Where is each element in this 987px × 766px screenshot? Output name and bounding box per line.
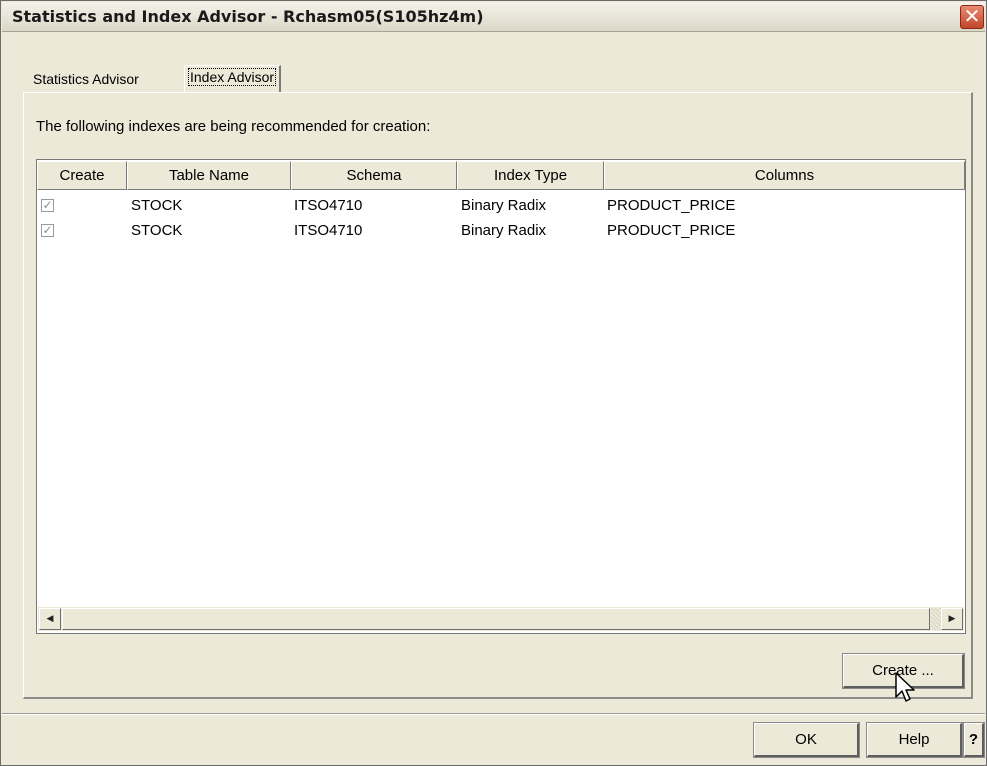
table-row[interactable]: ✓ STOCK ITSO4710 Binary Radix PRODUCT_PR… [37, 194, 965, 218]
tab-statistics-advisor[interactable]: Statistics Advisor [29, 68, 143, 92]
close-icon: ✕ [963, 4, 981, 28]
column-header-schema[interactable]: Schema [291, 161, 457, 190]
create-checkbox[interactable]: ✓ [41, 199, 54, 212]
ok-button[interactable]: OK [754, 723, 859, 757]
dialog-window: Statistics and Index Advisor - Rchasm05(… [0, 0, 987, 766]
question-mark-icon: ? [968, 731, 979, 748]
scroll-thumb[interactable] [62, 608, 930, 630]
cell-index-type: Binary Radix [461, 222, 547, 239]
cell-columns: PRODUCT_PRICE [607, 222, 736, 239]
title-bar: Statistics and Index Advisor - Rchasm05(… [2, 2, 985, 32]
arrow-right-icon: ▶ [948, 614, 956, 624]
cell-columns: PRODUCT_PRICE [607, 197, 736, 214]
checkmark-icon: ✓ [42, 223, 53, 237]
cell-table-name: STOCK [131, 197, 183, 214]
mouse-pointer-icon [895, 672, 915, 702]
window-title: Statistics and Index Advisor - Rchasm05(… [12, 7, 484, 26]
checkmark-icon: ✓ [42, 198, 53, 212]
help-button[interactable]: Help [867, 723, 962, 757]
question-help-button[interactable]: ? [964, 723, 984, 757]
cell-schema: ITSO4710 [294, 222, 363, 239]
tab-label: Statistics Advisor [33, 71, 139, 87]
tab-index-advisor[interactable]: Index Advisor [184, 65, 282, 92]
tab-label: Index Advisor [187, 68, 277, 86]
scroll-track[interactable] [931, 608, 941, 630]
create-checkbox[interactable]: ✓ [41, 224, 54, 237]
scroll-left-button[interactable]: ◀ [39, 608, 61, 630]
column-header-columns[interactable]: Columns [604, 161, 965, 190]
table-row[interactable]: ✓ STOCK ITSO4710 Binary Radix PRODUCT_PR… [37, 219, 965, 243]
column-header-create[interactable]: Create [37, 161, 127, 190]
scroll-right-button[interactable]: ▶ [941, 608, 963, 630]
horizontal-scrollbar[interactable]: ◀ ▶ [38, 607, 964, 631]
cell-index-type: Binary Radix [461, 197, 547, 214]
arrow-left-icon: ◀ [46, 614, 54, 624]
intro-text: The following indexes are being recommen… [36, 118, 431, 135]
footer-divider [2, 713, 985, 715]
close-button[interactable]: ✕ [960, 5, 984, 29]
cell-table-name: STOCK [131, 222, 183, 239]
cell-schema: ITSO4710 [294, 197, 363, 214]
column-header-index-type[interactable]: Index Type [457, 161, 604, 190]
column-header-table-name[interactable]: Table Name [127, 161, 291, 190]
table-header: Create Table Name Schema Index Type Colu… [37, 161, 965, 190]
